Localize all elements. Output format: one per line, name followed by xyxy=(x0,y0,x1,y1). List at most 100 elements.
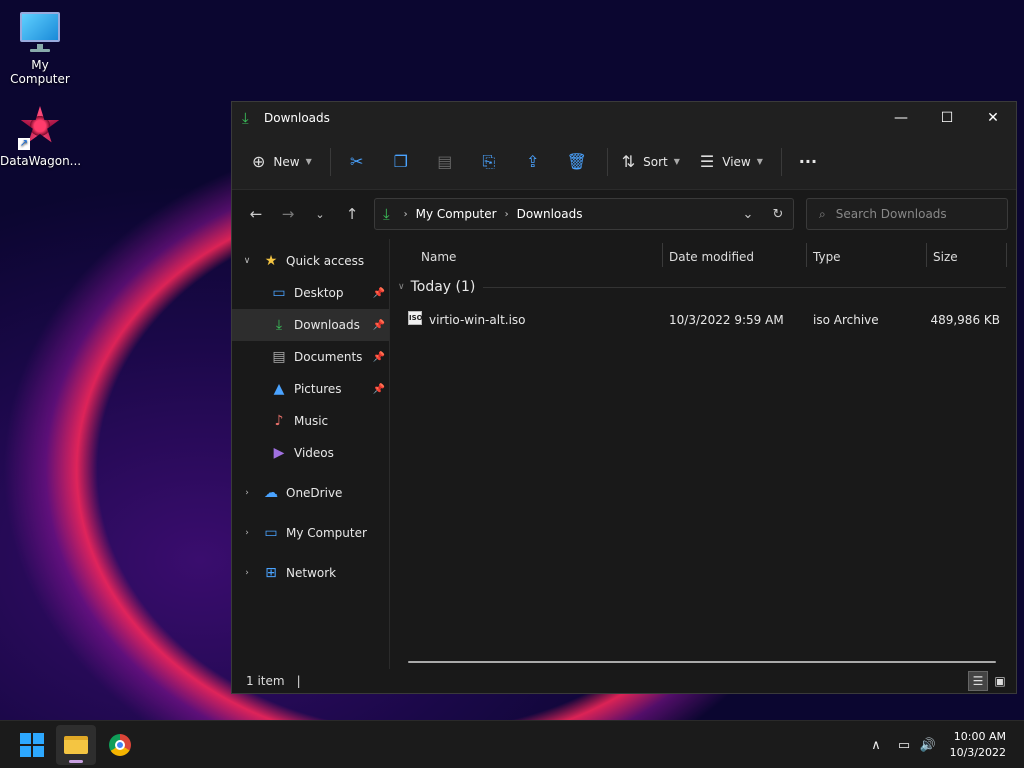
toolbar-divider xyxy=(606,147,608,176)
paste-button[interactable]: ▤ xyxy=(425,145,465,179)
chevron-right-icon: › xyxy=(245,528,249,538)
file-name: virtio-win-alt.iso xyxy=(429,313,526,327)
minimize-button[interactable]: — xyxy=(878,102,924,134)
nav-network[interactable]: › ⊞ Network xyxy=(232,557,389,589)
group-header-today[interactable]: ∨ Today (1) xyxy=(398,279,1006,295)
desktop-icon: ▭ xyxy=(272,285,286,301)
nav-label: My Computer xyxy=(286,526,367,540)
chevron-right-icon: › xyxy=(403,208,408,220)
desktop-icon-label: DataWagon... xyxy=(0,154,82,168)
pin-icon: 📌 xyxy=(372,287,385,299)
chevron-down-icon: ▼ xyxy=(305,157,312,166)
title-bar[interactable]: ⤓ Downloads — ☐ ✕ xyxy=(232,102,1016,134)
nav-item-downloads[interactable]: ⤓ Downloads 📌 xyxy=(232,309,389,341)
column-headers: Name Date modified Type Size xyxy=(390,239,1016,271)
toolbar-divider xyxy=(329,147,331,176)
taskbar-chrome[interactable] xyxy=(100,725,140,765)
delete-button[interactable]: 🗑 xyxy=(557,145,597,179)
search-box[interactable]: ⌕ xyxy=(806,198,1008,230)
music-icon: ♪ xyxy=(274,413,284,429)
trash-icon: 🗑 xyxy=(566,152,587,171)
column-header-size[interactable]: Size xyxy=(933,247,958,267)
close-button[interactable]: ✕ xyxy=(970,102,1016,134)
window-title: Downloads xyxy=(264,111,330,125)
navigation-pane: ∨ ★ Quick access ▭ Desktop 📌 ⤓ Downloads… xyxy=(232,239,390,669)
pin-icon: 📌 xyxy=(372,319,385,331)
pin-icon: 📌 xyxy=(372,351,385,363)
view-lines-icon: ☰ xyxy=(699,152,715,171)
start-button[interactable] xyxy=(12,725,52,765)
chrome-icon xyxy=(109,734,131,756)
nav-my-computer[interactable]: › ▭ My Computer xyxy=(232,517,389,549)
details-view-button[interactable]: ☰ xyxy=(968,671,988,691)
arrow-left-icon: ← xyxy=(249,205,263,223)
copy-button[interactable]: ❐ xyxy=(381,145,421,179)
column-header-date[interactable]: Date modified xyxy=(669,247,754,267)
back-button[interactable]: ← xyxy=(240,198,272,230)
forward-button[interactable]: → xyxy=(272,198,304,230)
nav-label: OneDrive xyxy=(286,486,343,500)
arrow-right-icon: → xyxy=(281,205,295,223)
nav-onedrive[interactable]: › ☁ OneDrive xyxy=(232,477,389,509)
breadcrumb-downloads[interactable]: Downloads xyxy=(517,207,583,221)
new-button[interactable]: ⊕ New ▼ xyxy=(244,145,320,179)
breadcrumb-my-computer[interactable]: My Computer xyxy=(416,207,497,221)
view-toggle: ☰ ▣ xyxy=(966,671,1010,691)
rename-button[interactable]: ⎘ xyxy=(469,145,509,179)
desktop-icon-datawagon[interactable]: ↗ DataWagon... xyxy=(0,106,82,168)
chevron-down-icon: ▼ xyxy=(756,157,763,166)
show-hidden-icons-button[interactable]: ∧ xyxy=(866,738,886,753)
search-icon: ⌕ xyxy=(819,206,826,221)
download-icon: ⤓ xyxy=(275,317,283,333)
address-dropdown-button[interactable]: ⌄ xyxy=(733,207,763,222)
up-button[interactable]: ↑ xyxy=(336,198,368,230)
nav-item-pictures[interactable]: ▲ Pictures 📌 xyxy=(232,373,389,405)
nav-item-videos[interactable]: ▶ Videos xyxy=(232,437,389,469)
cut-button[interactable]: ✂ xyxy=(337,145,377,179)
more-options-button[interactable]: ··· xyxy=(788,145,828,179)
picture-icon: ▲ xyxy=(273,381,285,397)
status-cursor: | xyxy=(296,674,301,688)
nav-label: Documents xyxy=(294,350,363,364)
column-header-name[interactable]: Name xyxy=(421,247,456,267)
search-input[interactable] xyxy=(835,207,986,221)
view-button[interactable]: ☰ View ▼ xyxy=(692,145,771,179)
nav-label: Pictures xyxy=(294,382,342,396)
nav-item-desktop[interactable]: ▭ Desktop 📌 xyxy=(232,277,389,309)
monitor-icon: ▭ xyxy=(264,525,278,541)
iso-file-icon: ISO xyxy=(408,311,423,325)
clipboard-icon: ▤ xyxy=(437,152,453,171)
file-date: 10/3/2022 9:59 AM xyxy=(669,313,784,327)
nav-item-music[interactable]: ♪ Music xyxy=(232,405,389,437)
rename-icon: ⎘ xyxy=(482,151,496,171)
sort-button[interactable]: ⇅ Sort ▼ xyxy=(614,145,688,179)
nav-quick-access[interactable]: ∨ ★ Quick access xyxy=(232,245,389,277)
datawagon-icon: ↗ xyxy=(18,106,62,150)
network-icon[interactable]: ▭ xyxy=(892,738,916,753)
horizontal-scrollbar[interactable] xyxy=(408,661,996,663)
tiles-view-button[interactable]: ▣ xyxy=(990,671,1010,691)
chevron-down-icon: ▼ xyxy=(673,157,680,166)
chevron-right-icon: › xyxy=(504,208,509,220)
column-header-type[interactable]: Type xyxy=(813,247,841,267)
clock[interactable]: 10:00 AM 10/3/2022 xyxy=(950,729,1006,761)
address-bar[interactable]: ⤓ › My Computer › Downloads ⌄ ↻ xyxy=(374,198,794,230)
file-row[interactable]: ISO virtio-win-alt.iso 10/3/2022 9:59 AM… xyxy=(390,307,1016,335)
nav-label: Quick access xyxy=(286,254,365,268)
scissors-icon: ✂ xyxy=(350,152,364,171)
monitor-icon xyxy=(18,10,62,54)
recent-locations-button[interactable]: ⌄ xyxy=(304,198,336,230)
maximize-button[interactable]: ☐ xyxy=(924,102,970,134)
desktop-icon-my-computer[interactable]: My Computer xyxy=(0,10,80,86)
download-icon: ⤓ xyxy=(242,109,249,127)
active-indicator xyxy=(69,760,83,763)
nav-item-documents[interactable]: ▤ Documents 📌 xyxy=(232,341,389,373)
refresh-button[interactable]: ↻ xyxy=(763,207,793,222)
desktop-icon-label: My Computer xyxy=(10,58,70,86)
taskbar-file-explorer[interactable] xyxy=(56,725,96,765)
copy-icon: ❐ xyxy=(393,152,408,171)
new-label: New xyxy=(273,154,300,169)
system-tray: ∧ ▭ 🔊 xyxy=(866,721,940,768)
volume-icon[interactable]: 🔊 xyxy=(916,738,940,753)
share-button[interactable]: ⇪ xyxy=(513,145,553,179)
